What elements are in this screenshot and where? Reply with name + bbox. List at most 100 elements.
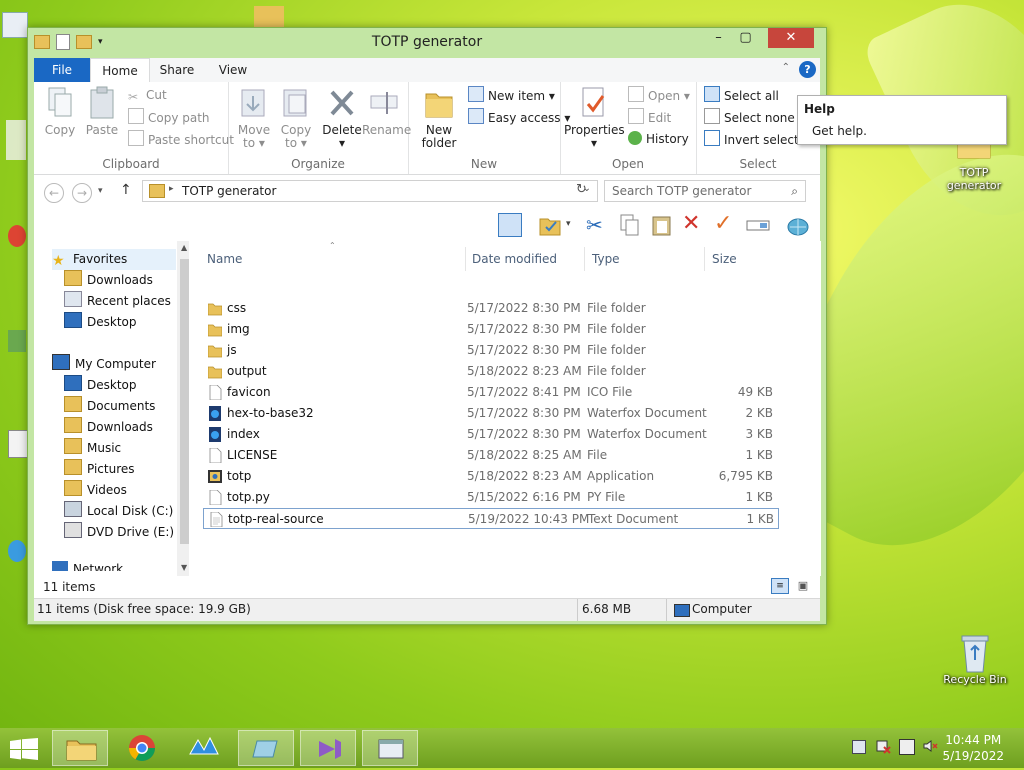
nav-fav-downloads[interactable]: Downloads (64, 270, 153, 291)
up-button[interactable]: ↑ (120, 182, 132, 198)
power-icon[interactable] (899, 739, 915, 755)
start-button[interactable] (10, 738, 38, 763)
title-bar[interactable]: ▾ TOTP generator – ▢ ✕ (28, 28, 826, 56)
column-date[interactable]: Date modified (472, 247, 585, 271)
move-to-button[interactable]: Move to ▾ (234, 86, 274, 150)
taskbar-visual-studio[interactable] (300, 730, 356, 766)
chevron-down-icon[interactable]: ▾ (566, 219, 571, 229)
nav-fav-desktop[interactable]: Desktop (64, 312, 137, 333)
file-row[interactable]: js 5/17/2022 8:30 PM File folder (203, 340, 779, 361)
delete-icon[interactable]: ✕ (682, 213, 706, 237)
desktop-icon-recycle-bin[interactable]: Recycle Bin (935, 632, 1015, 686)
search-input[interactable]: Search TOTP generator ⌕ (604, 180, 806, 202)
edit-button[interactable]: Edit (628, 108, 671, 126)
taskbar-file-explorer[interactable] (52, 730, 108, 766)
nav-scrollbar[interactable]: ▲ ▼ (177, 241, 189, 576)
nav-comp-videos[interactable]: Videos (64, 480, 127, 501)
nav-comp-music[interactable]: Music (64, 438, 121, 459)
select-all-button[interactable]: Select all (704, 86, 779, 104)
nav-comp-documents[interactable]: Documents (64, 396, 155, 417)
file-row[interactable]: css 5/17/2022 8:30 PM File folder (203, 298, 779, 319)
nav-favorites[interactable]: ★ Favorites (52, 249, 176, 270)
tab-view[interactable]: View (210, 58, 256, 82)
tab-home[interactable]: Home (90, 58, 150, 83)
scroll-up-icon[interactable]: ▲ (181, 243, 187, 252)
rename-button[interactable]: Rename (362, 86, 411, 137)
large-icons-view-icon[interactable]: ▣ (794, 578, 812, 594)
tab-share[interactable]: Share (152, 58, 202, 82)
nav-comp-desktop[interactable]: Desktop (64, 375, 137, 396)
rename-icon[interactable] (746, 213, 770, 237)
taskbar-waterfox[interactable] (176, 730, 232, 766)
copy-button[interactable]: Copy (42, 86, 78, 137)
properties-button[interactable]: Properties ▾ (564, 86, 625, 150)
new-item-button[interactable]: New item ▾ (468, 86, 555, 104)
copy-icon[interactable] (618, 213, 642, 237)
column-name[interactable]: Name (207, 247, 466, 271)
file-row[interactable]: index 5/17/2022 8:30 PM Waterfox Document 3… (203, 424, 779, 445)
paste-icon[interactable] (650, 213, 674, 237)
scroll-thumb[interactable] (180, 259, 189, 544)
desktop-icon-partial[interactable] (8, 330, 26, 352)
desktop-icon-partial[interactable] (8, 430, 28, 458)
file-row[interactable]: totp.py 5/15/2022 6:16 PM PY File 1 KB (203, 487, 779, 508)
file-row[interactable]: totp 5/18/2022 8:23 AM Application 6,795 KB (203, 466, 779, 487)
copy-path-button[interactable]: Copy path (128, 108, 210, 126)
file-row[interactable]: LICENSE 5/18/2022 8:25 AM File 1 KB (203, 445, 779, 466)
column-size[interactable]: Size (712, 247, 788, 271)
close-button[interactable]: ✕ (768, 28, 814, 48)
minimize-button[interactable]: – (705, 28, 732, 48)
ribbon-expand-icon[interactable]: ⌃ (782, 62, 790, 73)
action-center-icon[interactable] (852, 740, 866, 754)
recent-locations-icon[interactable]: ▾ (98, 186, 103, 196)
folder-options-icon[interactable] (538, 213, 562, 237)
file-row[interactable]: favicon 5/17/2022 8:41 PM ICO File 49 KB (203, 382, 779, 403)
nav-comp-pictures[interactable]: Pictures (64, 459, 135, 480)
file-row[interactable]: img 5/17/2022 8:30 PM File folder (203, 319, 779, 340)
select-none-button[interactable]: Select none (704, 108, 795, 126)
breadcrumb-separator-icon[interactable]: ▸ (169, 184, 174, 194)
breadcrumb-current[interactable]: TOTP generator (182, 184, 276, 198)
delete-button[interactable]: Delete ▾ (322, 86, 362, 150)
desktop-icon-partial[interactable] (8, 540, 26, 562)
scroll-down-icon[interactable]: ▼ (181, 563, 187, 572)
help-icon[interactable]: ? (799, 61, 816, 78)
easy-access-button[interactable]: Easy access ▾ (468, 108, 570, 126)
open-button[interactable]: Open ▾ (628, 86, 690, 104)
forward-button[interactable]: → (72, 183, 92, 203)
nav-comp-dvd-drive[interactable]: DVD Drive (E:) CC (64, 522, 189, 543)
cut-icon[interactable]: ✂ (586, 213, 610, 237)
file-row[interactable]: output 5/18/2022 8:23 AM File folder (203, 361, 779, 382)
desktop-icon-partial[interactable] (6, 120, 26, 160)
desktop-icon-partial[interactable] (2, 12, 28, 38)
file-row[interactable]: hex-to-base32 5/17/2022 8:30 PM Waterfox D… (203, 403, 779, 424)
taskbar-clock[interactable]: 10:44 PM 5/19/2022 (942, 732, 1004, 764)
desktop-icon-partial[interactable] (254, 6, 284, 28)
file-row[interactable]: totp-real-source 5/19/2022 10:43 PM Text D… (203, 508, 779, 529)
network-status-icon[interactable] (875, 738, 891, 754)
checkmark-icon[interactable]: ✓ (714, 213, 738, 237)
invert-selection-button[interactable]: Invert selectio (704, 130, 809, 148)
new-folder-button[interactable]: New folder (416, 86, 462, 150)
tab-file[interactable]: File (34, 58, 90, 82)
network-globe-icon[interactable] (786, 213, 810, 237)
taskbar-chrome[interactable] (114, 730, 170, 766)
nav-my-computer[interactable]: My Computer (52, 354, 156, 375)
cut-button[interactable]: ✂ Cut (128, 86, 167, 104)
nav-fav-recent-places[interactable]: Recent places (64, 291, 171, 312)
copy-to-button[interactable]: Copy to ▾ (276, 86, 316, 150)
volume-muted-icon[interactable] (922, 738, 938, 754)
history-button[interactable]: History (628, 130, 689, 148)
maximize-button[interactable]: ▢ (732, 28, 759, 48)
address-bar[interactable]: ▸ TOTP generator ⌄ (142, 180, 598, 202)
taskbar-app-gem[interactable] (238, 730, 294, 766)
preview-pane-icon[interactable] (498, 213, 522, 237)
column-type[interactable]: Type (592, 247, 705, 271)
desktop-icon-partial[interactable] (8, 225, 26, 247)
nav-network[interactable]: Network (52, 559, 123, 571)
paste-shortcut-button[interactable]: Paste shortcut (128, 130, 234, 148)
taskbar-app-window[interactable] (362, 730, 418, 766)
nav-comp-downloads[interactable]: Downloads (64, 417, 153, 438)
refresh-button[interactable]: ↻ (576, 182, 587, 197)
paste-button[interactable]: Paste (84, 86, 120, 137)
